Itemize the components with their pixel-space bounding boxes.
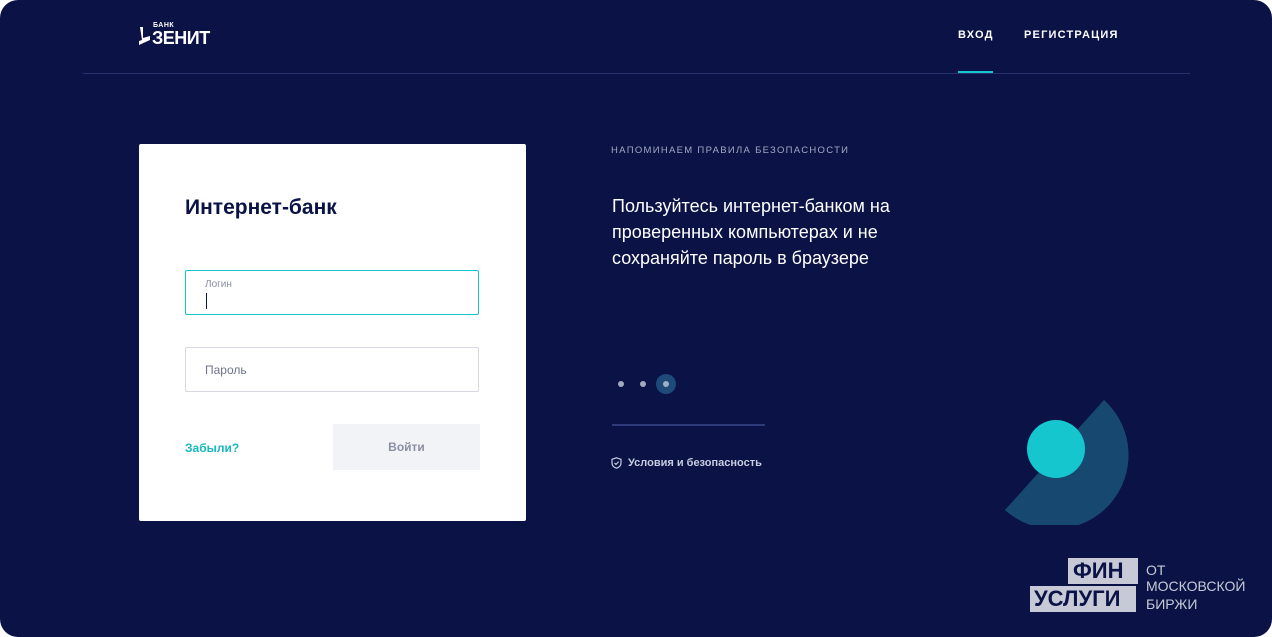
slide-dot-3-active[interactable]	[656, 374, 676, 394]
security-reminder-heading: НАПОМИНАЕМ ПРАВИЛА БЕЗОПАСНОСТИ	[611, 145, 850, 156]
password-field[interactable]: Пароль	[185, 347, 479, 392]
slider-pagination	[612, 374, 682, 394]
slide-dot-1[interactable]	[618, 381, 624, 387]
nav-register-tab[interactable]: РЕГИСТРАЦИЯ	[1024, 29, 1119, 41]
login-card: Интернет-банк Логин Пароль Забыли? Войти	[139, 144, 526, 521]
decorative-graphic	[1005, 400, 1129, 525]
forgot-password-link[interactable]: Забыли?	[185, 441, 239, 455]
slide-dot-2[interactable]	[640, 381, 646, 387]
login-field-label: Логин	[205, 279, 232, 290]
badge-box-bottom: УСЛУГИ	[1030, 586, 1136, 612]
login-field[interactable]: Логин	[185, 270, 479, 315]
badge-box-top: ФИН	[1068, 558, 1138, 584]
zenit-logo-icon	[139, 27, 150, 45]
password-placeholder: Пароль	[205, 363, 247, 377]
login-card-title: Интернет-банк	[185, 196, 337, 219]
login-button[interactable]: Войти	[333, 424, 480, 470]
header-divider	[83, 73, 1190, 74]
app-window: БАНК ЗЕНИТ ВХОД РЕГИСТРАЦИЯ Интернет-бан…	[0, 0, 1272, 637]
info-divider	[612, 424, 765, 426]
logo-title: ЗЕНИТ	[152, 28, 210, 48]
badge-line-1: ОТ	[1146, 562, 1166, 578]
terms-link[interactable]: Условия и безопасность	[611, 457, 762, 469]
shield-icon	[611, 457, 622, 469]
nav-login-tab[interactable]: ВХОД	[958, 29, 994, 41]
bank-logo[interactable]: БАНК ЗЕНИТ	[137, 22, 227, 50]
security-tip-text: Пользуйтесь интернет-банком на проверенн…	[612, 196, 890, 268]
finuslugi-badge: ФИН УСЛУГИ ОТ МОСКОВСКОЙ БИРЖИ	[1030, 558, 1260, 618]
terms-link-label: Условия и безопасность	[628, 457, 762, 469]
badge-line-2: МОСКОВСКОЙ	[1146, 578, 1246, 594]
badge-line-3: БИРЖИ	[1146, 596, 1198, 612]
text-caret	[206, 293, 207, 309]
